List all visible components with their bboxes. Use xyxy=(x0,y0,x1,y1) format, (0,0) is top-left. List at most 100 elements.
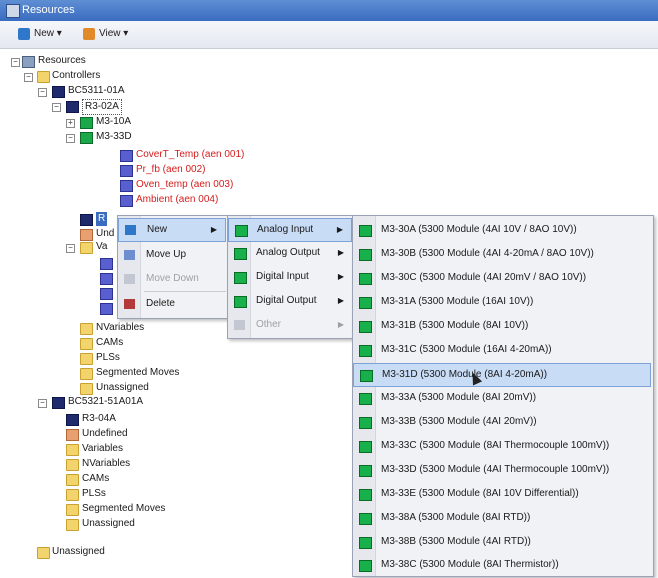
channel-icon xyxy=(120,195,133,207)
submenu-arrow-icon: ▶ xyxy=(337,272,344,281)
menu-item-analog-output-label: Analog Output xyxy=(256,247,320,258)
tree-node-segmented-moves[interactable]: Segmented Moves xyxy=(96,366,179,380)
tree-node-cams2[interactable]: CAMs xyxy=(82,472,109,486)
folder-icon xyxy=(66,489,79,501)
tree-node-unassigned-root[interactable]: Unassigned xyxy=(52,545,105,559)
tree-node-segmented-moves2[interactable]: Segmented Moves xyxy=(82,502,165,516)
menu-item-analog-input[interactable]: Analog Input ▶ xyxy=(228,218,352,242)
menu-item-delete[interactable]: Delete xyxy=(118,293,226,315)
menu-item-module[interactable]: M3-38B (5300 Module (4AI RTD)) xyxy=(353,531,651,553)
module-icon xyxy=(235,225,248,237)
view-button-label: View ▾ xyxy=(99,28,129,39)
tree-node-nvariables[interactable]: NVariables xyxy=(96,321,144,335)
tree-node-channel[interactable]: CoverT_Temp (aen 001) xyxy=(136,148,244,162)
menu-item-move-down-label: Move Down xyxy=(146,273,199,284)
collapse-toggle[interactable]: − xyxy=(38,88,47,97)
menu-item-digital-output[interactable]: Digital Output ▶ xyxy=(228,290,352,312)
tree-node-nvariables2[interactable]: NVariables xyxy=(82,457,130,471)
menu-item-module[interactable]: M3-30C (5300 Module (4AI 20mV / 8AO 10V)… xyxy=(353,267,651,289)
folder-icon xyxy=(66,459,79,471)
tree-node-selected-rack[interactable]: R xyxy=(96,212,108,226)
module-icon xyxy=(359,321,372,333)
menu-item-module[interactable]: M3-33C (5300 Module (8AI Thermocouple 10… xyxy=(353,435,651,457)
collapse-toggle[interactable]: − xyxy=(66,244,75,253)
menu-item-digital-output-label: Digital Output xyxy=(256,295,317,306)
folder-icon xyxy=(37,547,50,559)
new-button[interactable]: New ▾ xyxy=(18,27,62,41)
tree-node-undefined[interactable]: Und xyxy=(96,227,114,241)
tree-node-controllers[interactable]: Controllers xyxy=(52,69,100,83)
menu-item-module[interactable]: M3-38A (5300 Module (8AI RTD)) xyxy=(353,507,651,529)
folder-icon xyxy=(66,474,79,486)
menu-item-module-label: M3-30C (5300 Module (4AI 20mV / 8AO 10V)… xyxy=(381,272,587,283)
module-icon xyxy=(359,537,372,549)
folder-icon xyxy=(80,242,93,254)
module-icon xyxy=(359,297,372,309)
menu-item-analog-input-label: Analog Input xyxy=(257,224,314,235)
toolbar: New ▾ View ▾ xyxy=(0,21,658,49)
analog-input-submenu: M3-30A (5300 Module (4AI 10V / 8AO 10V))… xyxy=(352,215,654,577)
view-button[interactable]: View ▾ xyxy=(83,27,128,41)
collapse-toggle[interactable]: − xyxy=(24,73,33,82)
folder-icon xyxy=(80,383,93,395)
menu-item-module[interactable]: M3-33B (5300 Module (4AI 20mV)) xyxy=(353,411,651,433)
menu-item-module[interactable]: M3-33D (5300 Module (4AI Thermocouple 10… xyxy=(353,459,651,481)
tree-node-plss2[interactable]: PLSs xyxy=(82,487,106,501)
tree-node-channel[interactable]: Ambient (aen 004) xyxy=(136,193,218,207)
menu-item-analog-output[interactable]: Analog Output ▶ xyxy=(228,242,352,264)
tree-node-channel[interactable]: Pr_fb (aen 002) xyxy=(136,163,206,177)
tree-node-m310a[interactable]: M3-10A xyxy=(96,115,131,129)
tree-node-plss[interactable]: PLSs xyxy=(96,351,120,365)
tree-node-variables[interactable]: Va xyxy=(96,240,108,254)
collapse-toggle[interactable]: − xyxy=(66,134,75,143)
menu-item-digital-input[interactable]: Digital Input ▶ xyxy=(228,266,352,288)
menu-item-module[interactable]: M3-30A (5300 Module (4AI 10V / 8AO 10V)) xyxy=(353,219,651,241)
menu-item-module[interactable]: M3-31C (5300 Module (16AI 4-20mA)) xyxy=(353,339,651,361)
tree-node-r302a[interactable]: R3-02A xyxy=(82,99,122,115)
folder-icon xyxy=(37,71,50,83)
expand-toggle[interactable]: + xyxy=(66,119,75,128)
tree-node-cams[interactable]: CAMs xyxy=(96,336,123,350)
module-icon xyxy=(359,249,372,261)
undefined-icon xyxy=(66,429,79,441)
menu-item-new[interactable]: New ▶ xyxy=(118,218,226,242)
collapse-toggle[interactable]: − xyxy=(38,399,47,408)
tree-node-channel[interactable]: Oven_temp (aen 003) xyxy=(136,178,233,192)
folder-icon xyxy=(66,504,79,516)
submenu-arrow-icon: ▶ xyxy=(336,225,343,234)
channel-icon xyxy=(120,180,133,192)
menu-item-other[interactable]: Other ▶ xyxy=(228,314,352,336)
menu-item-module-label: M3-33B (5300 Module (4AI 20mV)) xyxy=(381,416,537,427)
menu-item-module[interactable]: M3-38C (5300 Module (8AI Thermistor)) xyxy=(353,554,651,576)
tree-node-bc5321[interactable]: BC5321-51A01A xyxy=(68,395,143,409)
tree-node-resources[interactable]: Resources xyxy=(38,54,86,68)
menu-item-module-label: M3-30B (5300 Module (4AI 4-20mA / 8AO 10… xyxy=(381,248,594,259)
tree-node-m333d[interactable]: M3-33D xyxy=(96,130,132,144)
tree-node-undefined2[interactable]: Undefined xyxy=(82,427,128,441)
menu-item-module[interactable]: M3-30B (5300 Module (4AI 4-20mA / 8AO 10… xyxy=(353,243,651,265)
menu-item-module-label: M3-30A (5300 Module (4AI 10V / 8AO 10V)) xyxy=(381,224,577,235)
tree-node-variables2[interactable]: Variables xyxy=(82,442,123,456)
menu-item-module-label: M3-38C (5300 Module (8AI Thermistor)) xyxy=(381,559,559,570)
menu-item-move-down[interactable]: Move Down xyxy=(118,268,226,290)
tree-node-unassigned[interactable]: Unassigned xyxy=(96,381,149,395)
tree-node-bc5311[interactable]: BC5311-01A xyxy=(68,84,125,98)
window-title: Resources xyxy=(22,4,75,16)
menu-item-module[interactable]: M3-31A (5300 Module (16AI 10V)) xyxy=(353,291,651,313)
menu-item-move-up[interactable]: Move Up xyxy=(118,244,226,266)
submenu-arrow-icon: ▶ xyxy=(337,296,344,305)
channel-icon xyxy=(100,258,113,270)
menu-item-module-hovered[interactable]: M3-31D (5300 Module (8AI 4-20mA)) xyxy=(353,363,651,387)
module-icon xyxy=(359,560,372,572)
collapse-toggle[interactable]: − xyxy=(11,58,20,67)
folder-icon xyxy=(80,338,93,350)
folder-icon xyxy=(66,444,79,456)
collapse-toggle[interactable]: − xyxy=(52,103,61,112)
menu-item-module[interactable]: M3-33E (5300 Module (8AI 10V Differentia… xyxy=(353,483,651,505)
menu-item-module[interactable]: M3-31B (5300 Module (8AI 10V)) xyxy=(353,315,651,337)
rack-icon xyxy=(80,214,93,226)
module-icon xyxy=(359,489,372,501)
tree-node-unassigned2[interactable]: Unassigned xyxy=(82,517,135,531)
menu-item-module[interactable]: M3-33A (5300 Module (8AI 20mV)) xyxy=(353,387,651,409)
tree-node-r304a[interactable]: R3-04A xyxy=(82,412,116,426)
